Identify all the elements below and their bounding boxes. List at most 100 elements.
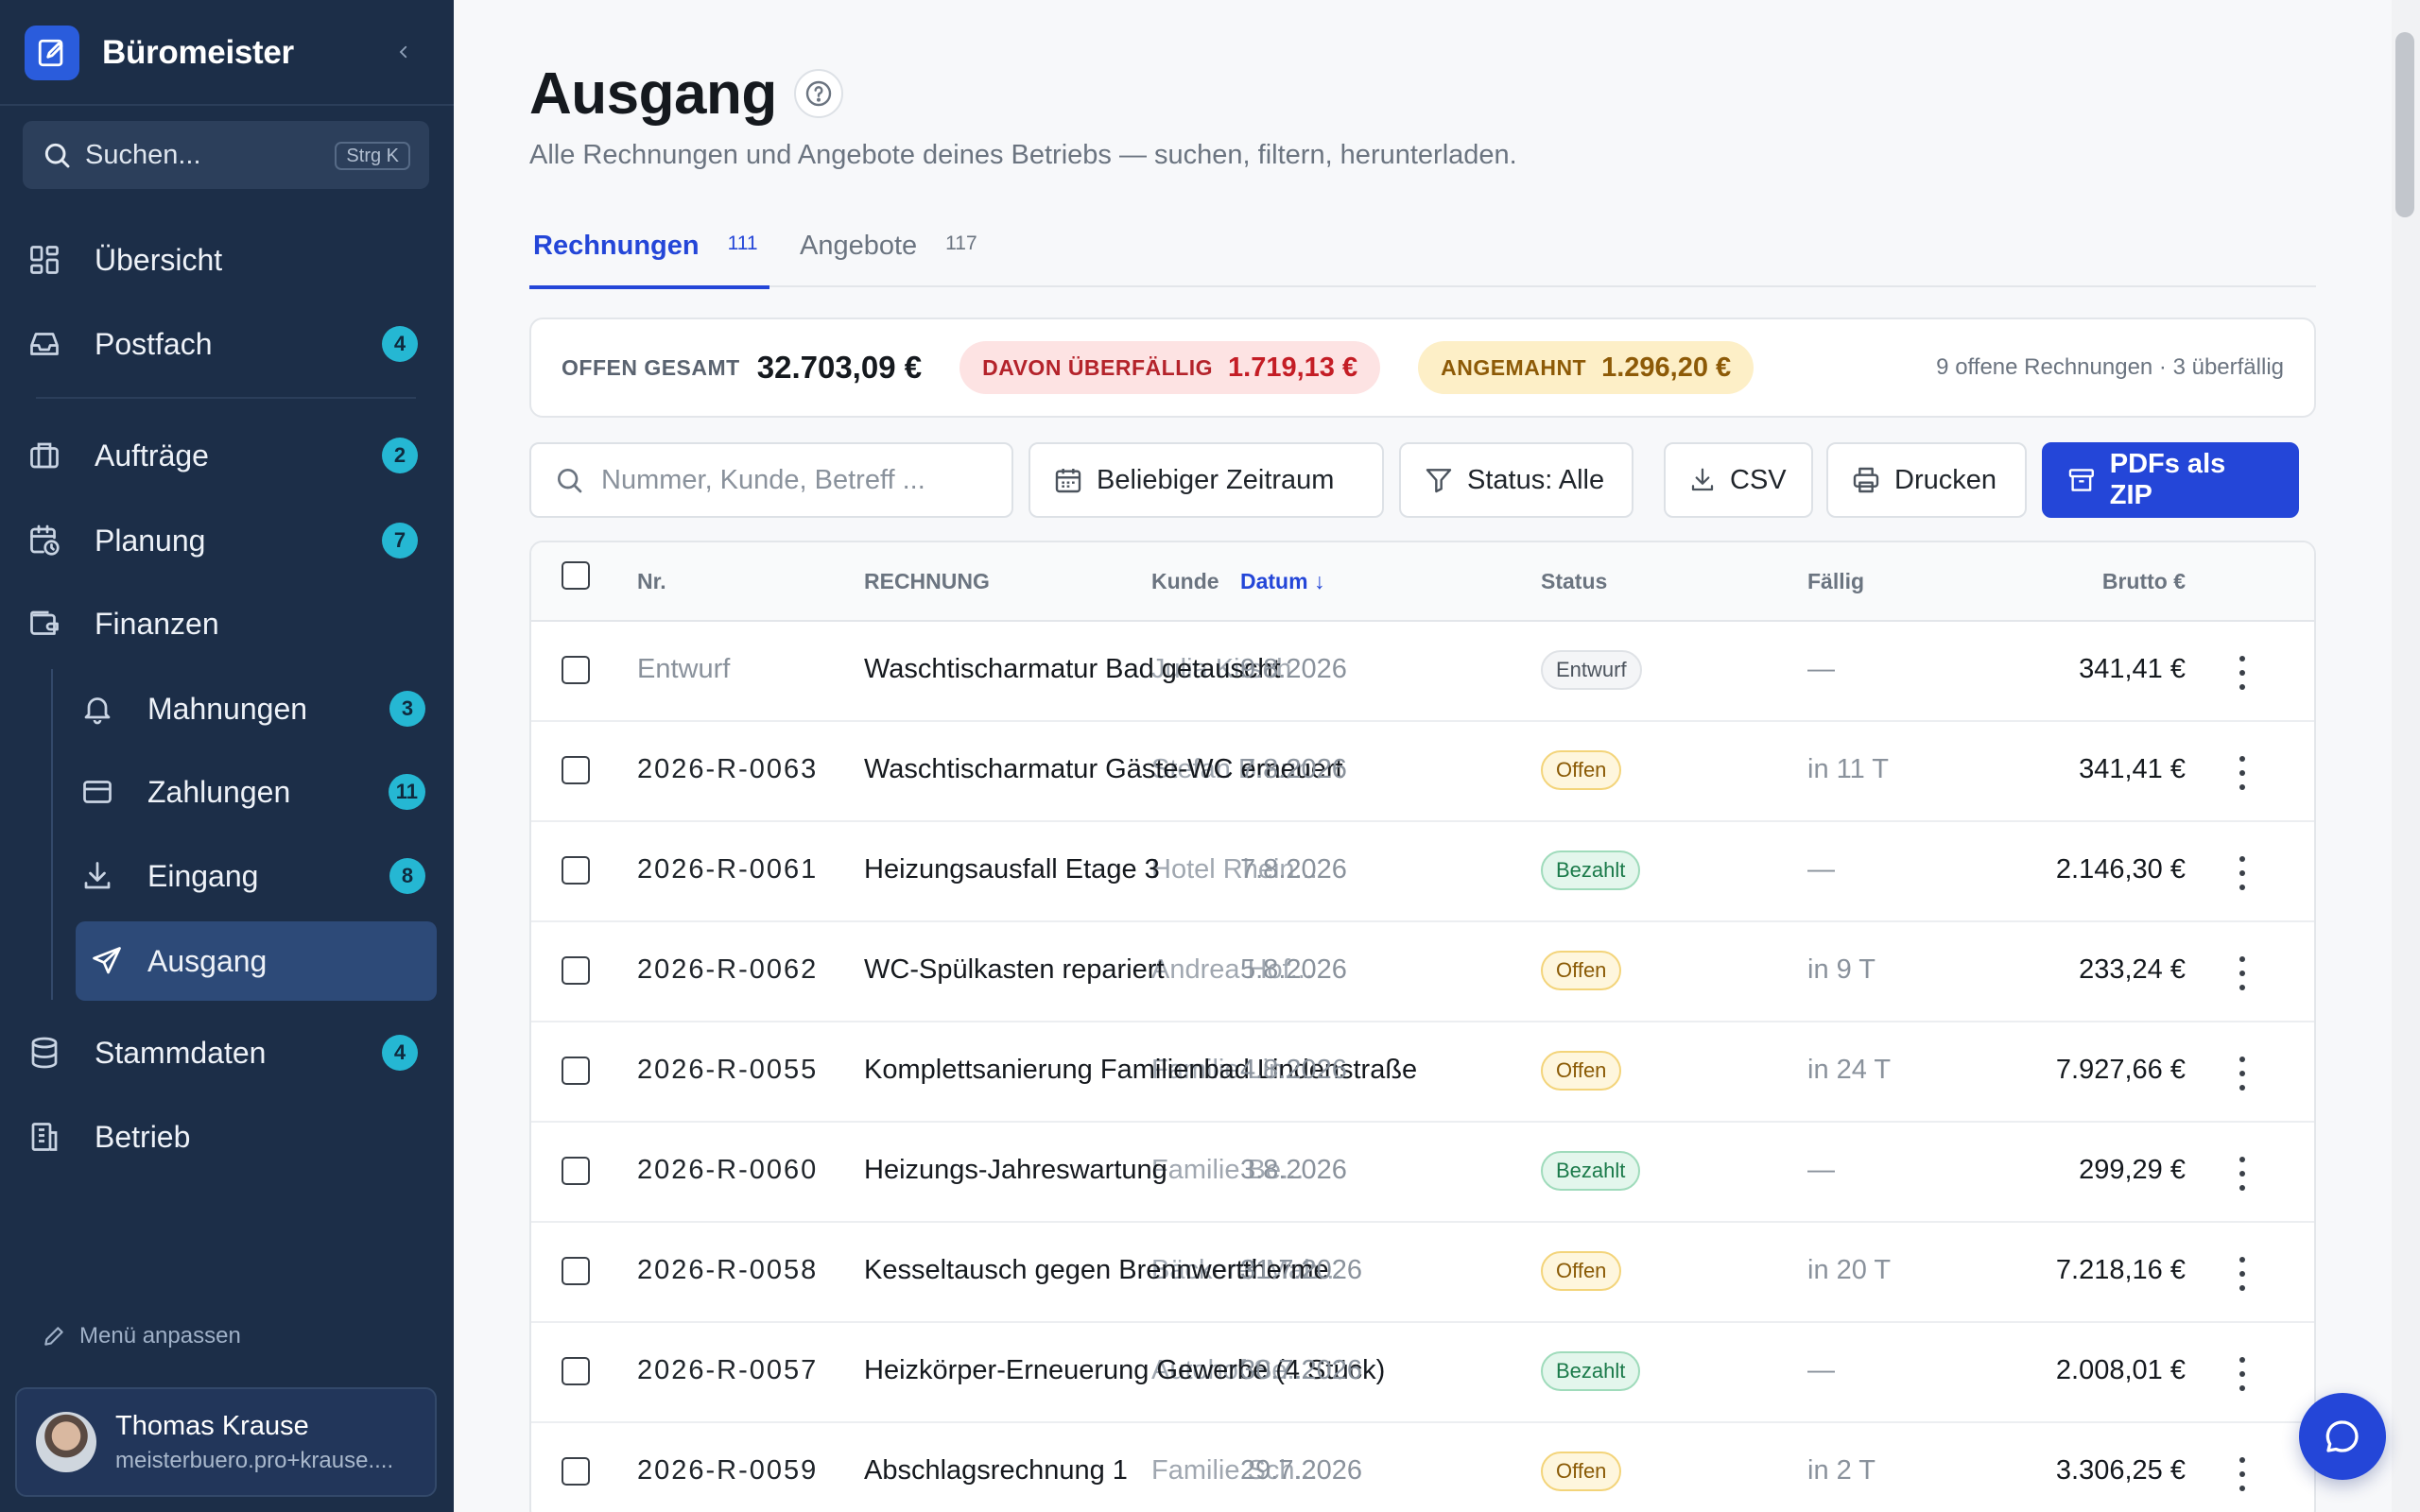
- column-header-invoice[interactable]: RECHNUNG: [864, 569, 990, 594]
- row-checkbox[interactable]: [562, 1257, 590, 1285]
- row-checkbox[interactable]: [562, 1057, 590, 1085]
- column-header-status[interactable]: Status: [1541, 569, 1607, 594]
- row-menu-icon[interactable]: [2233, 756, 2252, 790]
- row-menu-icon[interactable]: [2233, 1157, 2252, 1191]
- archive-icon: [2068, 469, 2094, 491]
- invoice-date: 4.8.2026: [1240, 1055, 1347, 1085]
- sidebar-item-stammdaten[interactable]: Stammdaten 4: [23, 1020, 429, 1086]
- column-header-date[interactable]: Datum ↓: [1240, 569, 1324, 594]
- row-menu-icon[interactable]: [2233, 956, 2252, 990]
- sidebar-item-mahnungen[interactable]: Mahnungen 3: [76, 676, 437, 742]
- gross-amount: 3.306,25 €: [2055, 1455, 2186, 1486]
- sidebar-item-uebersicht[interactable]: Übersicht: [23, 227, 429, 293]
- sidebar-item-label: Finanzen: [95, 606, 219, 641]
- table-row[interactable]: Entwurf Julia Kirsch Waschtischarmatur Bad…: [531, 622, 2314, 722]
- invoice-number: 2026-R-0059: [637, 1455, 819, 1486]
- sidebar-item-finanzen[interactable]: Finanzen: [23, 591, 429, 657]
- overdue-pill[interactable]: DAVON ÜBERFÄLLIG 1.719,13 €: [959, 341, 1381, 394]
- customize-menu-button[interactable]: Menü anpassen: [42, 1323, 241, 1349]
- table-row[interactable]: 2026-R-0055 Familie Lin... Komplettsanieru…: [531, 1022, 2314, 1123]
- row-menu-icon[interactable]: [2233, 656, 2252, 690]
- dunned-pill[interactable]: ANGEMAHNT 1.296,20 €: [1418, 341, 1754, 394]
- collapse-sidebar-button[interactable]: [389, 38, 418, 66]
- invoice-date: 5.8.2026: [1240, 954, 1347, 985]
- app-name: Büromeister: [102, 34, 294, 71]
- invoice-number: 2026-R-0062: [637, 954, 819, 985]
- row-menu-icon[interactable]: [2233, 856, 2252, 890]
- table-row[interactable]: 2026-R-0060 Familie Be... Heizungs-Jahresw…: [531, 1123, 2314, 1223]
- row-checkbox[interactable]: [562, 1357, 590, 1385]
- row-checkbox[interactable]: [562, 756, 590, 784]
- tab-label: Rechnungen: [533, 231, 700, 261]
- table-row[interactable]: 2026-R-0059 Familie Sch... Abschlagsrechnu…: [531, 1423, 2314, 1512]
- row-checkbox[interactable]: [562, 956, 590, 985]
- csv-export-button[interactable]: CSV: [1664, 442, 1813, 518]
- row-checkbox[interactable]: [562, 656, 590, 684]
- calendar-clock-icon: [23, 519, 66, 562]
- wallet-icon: [23, 602, 66, 645]
- due-info: in 24 T: [1807, 1055, 1892, 1085]
- sidebar-item-zahlungen[interactable]: Zahlungen 11: [76, 759, 437, 825]
- row-menu-icon[interactable]: [2233, 1057, 2252, 1091]
- printer-icon: [1853, 467, 1879, 493]
- sidebar-item-postfach[interactable]: Postfach 4: [23, 311, 429, 377]
- sidebar-item-betrieb[interactable]: Betrieb: [23, 1104, 429, 1170]
- scroll-thumb[interactable]: [2395, 32, 2414, 217]
- count-badge: 8: [389, 858, 425, 894]
- credit-card-icon: [76, 770, 119, 814]
- chat-button[interactable]: [2299, 1393, 2386, 1480]
- table-search-input[interactable]: Nummer, Kunde, Betreff ...: [529, 442, 1013, 518]
- table-row[interactable]: 2026-R-0063 Stefan Braun Waschtischarmatur…: [531, 722, 2314, 822]
- tab-rechnungen[interactable]: Rechnungen 111: [529, 214, 769, 289]
- due-info: —: [1807, 654, 1835, 684]
- row-checkbox[interactable]: [562, 1457, 590, 1486]
- table-row[interactable]: 2026-R-0058 Bäckerei Mah... Kesseltausch g…: [531, 1223, 2314, 1323]
- sidebar-item-ausgang[interactable]: Ausgang: [76, 921, 437, 1001]
- period-filter-button[interactable]: Beliebiger Zeitraum: [1028, 442, 1384, 518]
- divider: [36, 397, 416, 399]
- page-scrollbar[interactable]: [2392, 0, 2420, 1512]
- select-all-checkbox[interactable]: [562, 561, 590, 590]
- sidebar-item-eingang[interactable]: Eingang 8: [76, 843, 437, 909]
- sidebar-item-auftraege[interactable]: Aufträge 2: [23, 422, 429, 489]
- column-header-customer[interactable]: Kunde: [1151, 569, 1219, 594]
- tab-count: 117: [945, 232, 977, 254]
- status-badge: Offen: [1541, 1452, 1622, 1491]
- table-row[interactable]: 2026-R-0057 Autohof Se... Heizkörper-Erneu…: [531, 1323, 2314, 1423]
- zip-download-button[interactable]: PDFs als ZIP: [2042, 442, 2299, 518]
- status-filter-label: Status: Alle: [1467, 464, 1605, 495]
- table-row[interactable]: 2026-R-0061 Hotel Rhein... Heizungsausfall…: [531, 822, 2314, 922]
- row-menu-icon[interactable]: [2233, 1457, 2252, 1491]
- tab-angebote[interactable]: Angebote 117: [800, 214, 977, 287]
- gross-amount: 2.146,30 €: [2055, 854, 2186, 885]
- due-info: in 2 T: [1807, 1455, 1876, 1486]
- chat-icon: [2325, 1420, 2359, 1452]
- row-checkbox[interactable]: [562, 1157, 590, 1185]
- status-badge: Offen: [1541, 951, 1622, 990]
- status-filter-button[interactable]: Status: Alle: [1399, 442, 1634, 518]
- user-email: meisterbuero.pro+krause....: [115, 1447, 394, 1473]
- column-header-due[interactable]: Fällig: [1807, 569, 1864, 594]
- print-button[interactable]: Drucken: [1826, 442, 2027, 518]
- row-menu-icon[interactable]: [2233, 1257, 2252, 1291]
- column-header-nr[interactable]: Nr.: [637, 569, 666, 594]
- user-card[interactable]: Thomas Krause meisterbuero.pro+krause...…: [15, 1387, 437, 1497]
- sidebar-search[interactable]: Suchen... Strg K: [23, 121, 429, 189]
- invoice-date: 29.7.2026: [1240, 1455, 1363, 1486]
- brand[interactable]: Büromeister: [25, 25, 294, 81]
- sidebar-item-label: Übersicht: [95, 242, 223, 277]
- chevron-left-icon: [399, 45, 407, 59]
- table-row[interactable]: 2026-R-0062 Andrea Hof... WC-Spülkasten re…: [531, 922, 2314, 1022]
- status-badge: Offen: [1541, 750, 1622, 790]
- sidebar-item-planung[interactable]: Planung 7: [23, 507, 429, 574]
- divider: [0, 104, 454, 106]
- sidebar-item-label: Stammdaten: [95, 1035, 267, 1070]
- help-button[interactable]: [794, 69, 843, 118]
- invoice-number: 2026-R-0063: [637, 754, 819, 784]
- invoice-title: Waschtischarmatur Bad getauscht: [864, 654, 1281, 684]
- column-header-gross[interactable]: Brutto €: [2102, 569, 2186, 594]
- row-menu-icon[interactable]: [2233, 1357, 2252, 1391]
- invoice-date: 7.8.2026: [1240, 854, 1347, 885]
- row-checkbox[interactable]: [562, 856, 590, 885]
- overdue-value: 1.719,13 €: [1228, 352, 1358, 383]
